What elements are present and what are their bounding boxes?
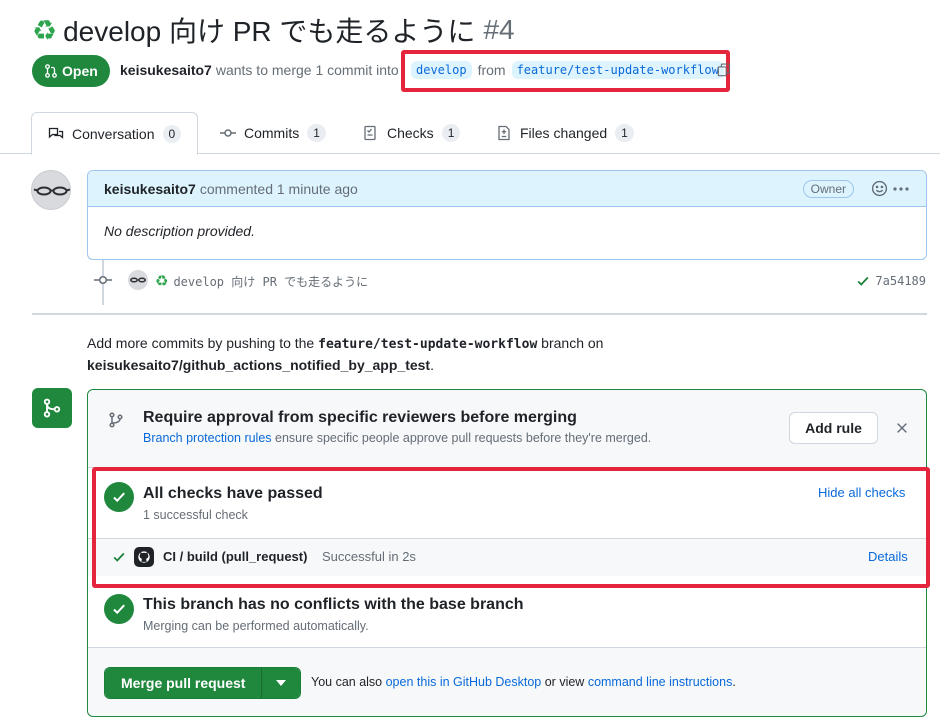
comment-meta[interactable]: commented 1 minute ago	[200, 181, 358, 197]
pull-request-icon	[45, 64, 57, 78]
tab-count: 1	[307, 124, 326, 142]
command-line-link[interactable]: command line instructions	[588, 675, 733, 689]
commit-icon	[220, 129, 236, 137]
branch-row: develop from feature/test-update-workflo…	[407, 61, 728, 79]
pr-state-label: Open	[62, 63, 98, 79]
push-info-suffix: .	[430, 357, 434, 373]
merge-action-section: Merge pull request You can also open thi…	[88, 648, 926, 716]
push-info-line-1: Add more commits by pushing to the featu…	[87, 333, 603, 355]
file-diff-icon	[498, 125, 510, 141]
protection-desc-row: Branch protection rules ensure specific …	[143, 431, 651, 445]
merge-method-dropdown[interactable]	[262, 668, 301, 698]
tab-count: 1	[441, 124, 461, 142]
tab-conversation[interactable]: Conversation 0	[31, 112, 199, 155]
or-view-text: or view	[544, 675, 585, 689]
merge-button-group: Merge pull request	[104, 667, 302, 699]
git-merge-icon	[32, 388, 72, 428]
branch-protection-section: Require approval from specific reviewers…	[88, 390, 926, 468]
commit-node-icon	[94, 272, 112, 291]
commit-sha[interactable]: 7a54189	[875, 274, 926, 288]
protection-desc: ensure specific people approve pull requ…	[275, 431, 652, 445]
head-branch[interactable]: feature/test-update-workflow	[511, 61, 724, 79]
push-info-line-2: keisukesaito7/github_actions_notified_by…	[87, 355, 603, 376]
tab-label: Commits	[244, 125, 300, 141]
push-info-middle: branch on	[541, 335, 604, 351]
emoji-reaction-icon[interactable]	[871, 180, 888, 200]
protection-title: Require approval from specific reviewers…	[143, 409, 577, 426]
also-text: You can also	[311, 675, 383, 689]
comment-author[interactable]: keisukesaito7	[104, 181, 196, 197]
comment-discussion-icon	[48, 127, 64, 139]
recycle-icon: ♻	[155, 272, 169, 290]
merge-pull-request-button[interactable]: Merge pull request	[105, 668, 263, 698]
commit-message[interactable]: develop 向け PR でも走るように	[173, 273, 368, 290]
tab-label: Checks	[387, 125, 434, 141]
commit-sha-row: 7a54189	[856, 274, 926, 288]
avatar[interactable]	[31, 170, 71, 210]
comment-body: No description provided.	[104, 223, 255, 239]
recycle-icon: ♻	[32, 13, 58, 47]
conflicts-subtitle: Merging can be performed automatically.	[143, 619, 369, 633]
git-branch-icon	[108, 412, 124, 431]
conflicts-title: This branch has no conflicts with the ba…	[143, 596, 524, 613]
kebab-menu-icon[interactable]	[892, 182, 910, 199]
close-icon[interactable]	[895, 421, 909, 438]
base-branch[interactable]: develop	[411, 61, 472, 79]
copy-icon[interactable]	[717, 63, 731, 80]
merge-alternatives-text: You can also open this in GitHub Desktop…	[311, 675, 736, 689]
owner-badge: Owner	[802, 180, 854, 198]
comment-header: keisukesaito7 commented 1 minute ago Own…	[88, 171, 926, 207]
from-text: from	[477, 62, 506, 78]
pr-title-row: ♻ develop 向け PR でも走るように #4	[32, 10, 515, 50]
commit-message-row: ♻ develop 向け PR でも走るように	[155, 272, 368, 290]
pr-description-comment: keisukesaito7 commented 1 minute ago Own…	[87, 170, 927, 260]
pr-number: #4	[483, 14, 515, 45]
checks-highlight-box	[92, 467, 930, 588]
tab-label: Files changed	[520, 125, 608, 141]
github-desktop-link[interactable]: open this in GitHub Desktop	[386, 675, 542, 689]
pr-subtitle: keisukesaito7 wants to merge 1 commit in…	[120, 62, 399, 78]
tab-label: Conversation	[72, 125, 155, 142]
pr-title: develop 向け PR でも走るように	[63, 16, 476, 47]
check-icon	[857, 276, 869, 286]
tab-commits[interactable]: Commits 1	[220, 112, 326, 154]
merge-text-end: .	[732, 675, 736, 689]
tab-files-changed[interactable]: Files changed 1	[496, 112, 634, 154]
triangle-down-icon	[276, 680, 287, 686]
checklist-icon	[364, 125, 376, 141]
pr-tabs: Conversation 0 Commits 1 Checks 1 Files …	[0, 112, 940, 155]
merge-text: wants to merge 1 commit into	[215, 62, 399, 78]
push-info-branch: feature/test-update-workflow	[318, 337, 538, 352]
timeline-divider	[32, 313, 927, 315]
tab-count: 1	[615, 124, 634, 142]
pr-author-link[interactable]: keisukesaito7	[120, 62, 212, 78]
tab-count: 0	[162, 124, 182, 143]
add-rule-button[interactable]: Add rule	[789, 412, 878, 444]
branch-protection-rules-link[interactable]: Branch protection rules	[143, 431, 272, 445]
push-info-prefix: Add more commits by pushing to the	[87, 335, 315, 351]
tab-checks[interactable]: Checks 1	[363, 112, 461, 154]
push-info-repo[interactable]: keisukesaito7/github_actions_notified_by…	[87, 357, 430, 373]
commit-author-avatar[interactable]	[128, 270, 148, 290]
pr-state-badge: Open	[32, 55, 110, 87]
no-conflicts-icon	[104, 594, 134, 624]
push-info: Add more commits by pushing to the featu…	[87, 333, 603, 376]
